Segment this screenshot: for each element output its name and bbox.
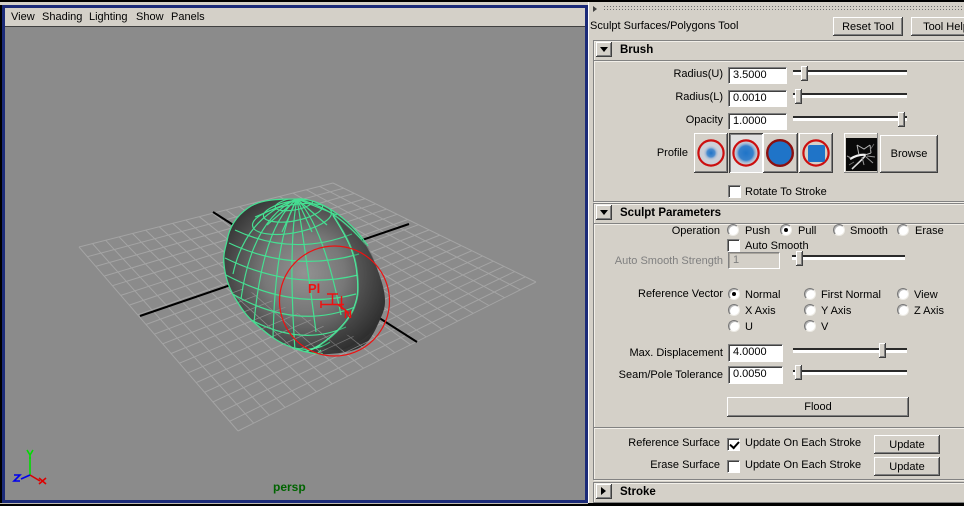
svg-text:Pl: Pl [308, 281, 320, 296]
svg-text:persp: persp [273, 480, 306, 494]
svg-text:N: N [344, 309, 352, 321]
